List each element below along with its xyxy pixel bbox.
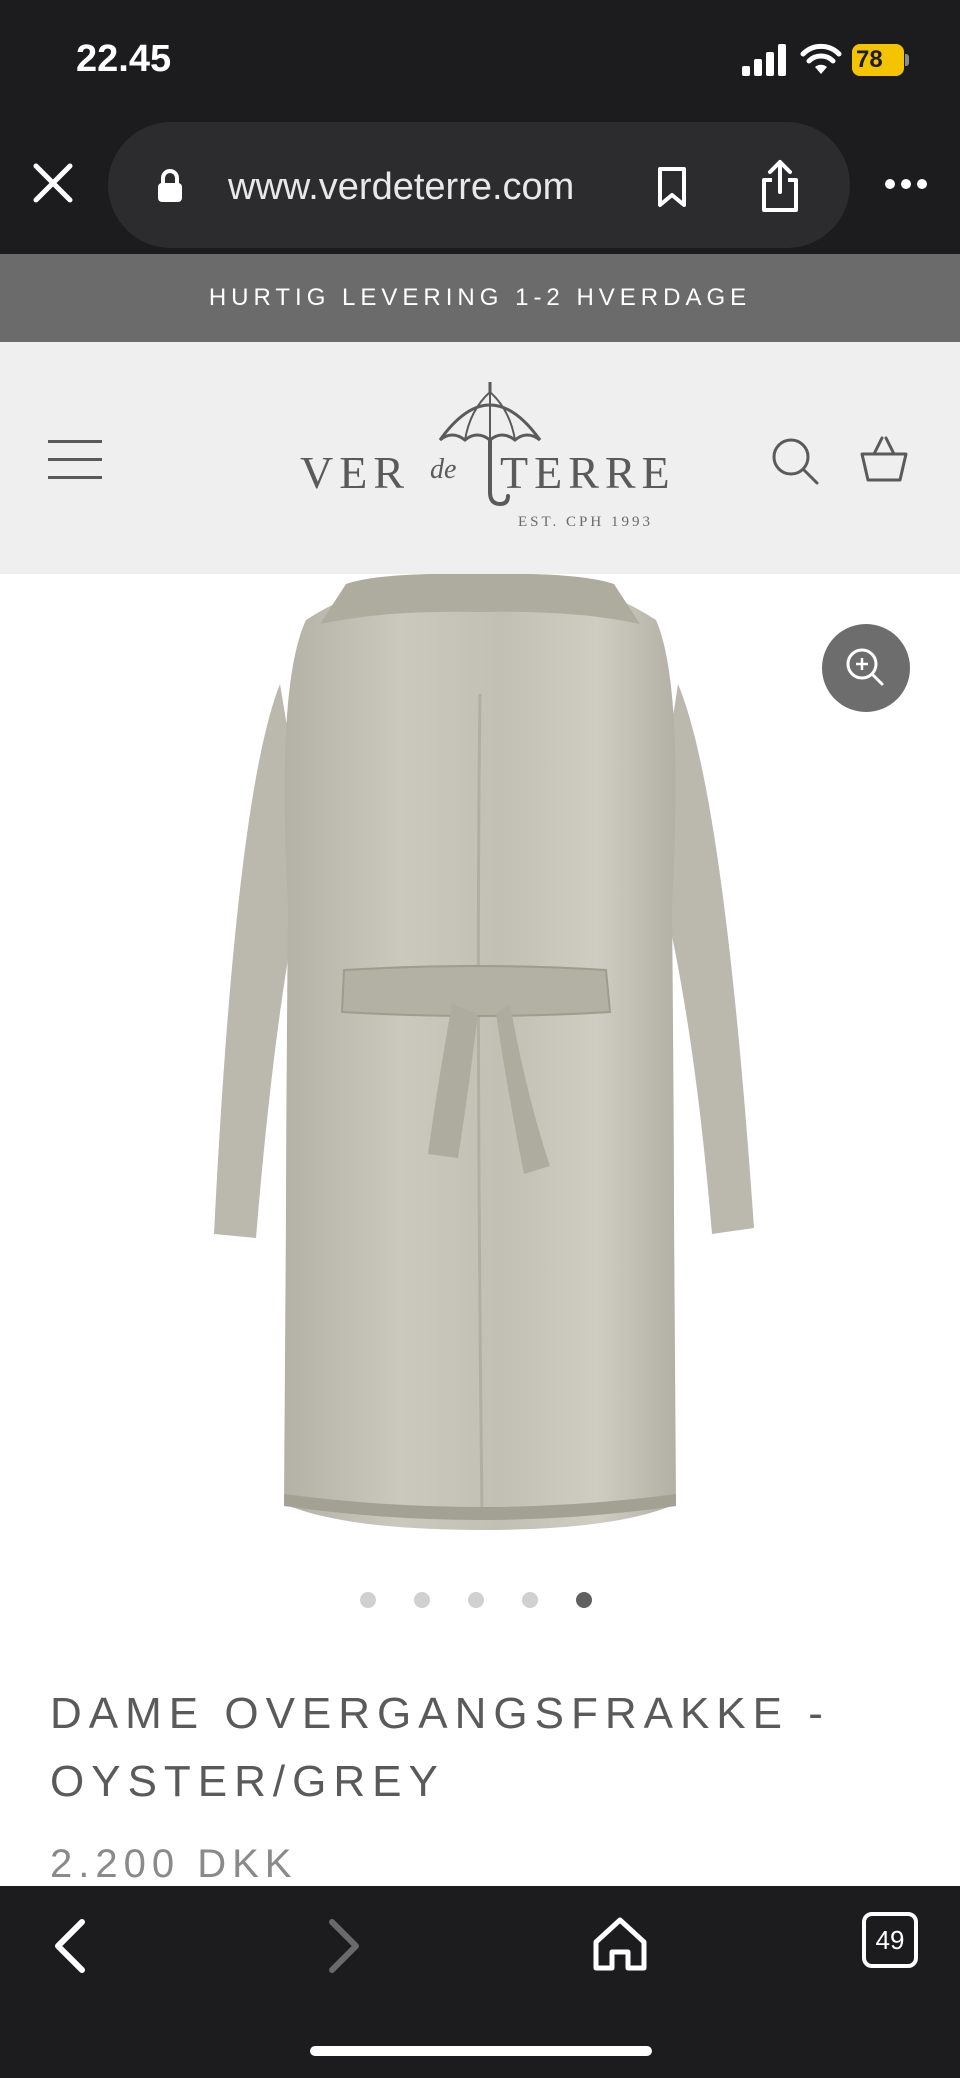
gallery-dot[interactable]	[468, 1592, 484, 1608]
status-bar: 22.45 78	[0, 0, 960, 118]
close-icon[interactable]	[28, 158, 78, 208]
lock-icon	[158, 169, 182, 202]
chevron-left-icon[interactable]	[48, 1916, 92, 1976]
product-price: 2.200 DKK	[50, 1842, 298, 1886]
hamburger-line	[48, 458, 102, 461]
status-time: 22.45	[76, 38, 172, 80]
browser-bar: www.verdeterre.com	[0, 118, 960, 254]
hamburger-line	[48, 440, 102, 443]
share-icon[interactable]	[758, 158, 802, 214]
product-image	[214, 574, 754, 1530]
hamburger-line	[48, 476, 102, 479]
zoom-button[interactable]	[822, 624, 910, 712]
hamburger-icon[interactable]	[48, 440, 104, 480]
product-gallery[interactable]	[0, 574, 960, 1608]
bookmark-icon[interactable]	[656, 166, 688, 208]
battery-indicator: 78	[852, 44, 910, 76]
home-indicator[interactable]	[310, 2046, 652, 2056]
logo-tagline: EST. CPH 1993	[518, 514, 653, 530]
announcement-bar: HURTIG LEVERING 1-2 HVERDAGE	[0, 254, 960, 342]
site-header: VER de TERRE EST. CPH 1993	[0, 342, 960, 574]
gallery-dot[interactable]	[414, 1592, 430, 1608]
url-text: www.verdeterre.com	[228, 166, 575, 208]
logo-text-terre: TERRE	[500, 447, 676, 498]
gallery-pagination	[360, 1592, 600, 1612]
app-root: 22.45 78 www.verdeterre.com HURTIG LEVER…	[0, 0, 960, 2078]
basket-icon[interactable]	[858, 434, 910, 484]
product-title: DAME OVERGANGSFRAKKE - OYSTER/GREY	[50, 1689, 830, 1806]
gallery-dot[interactable]	[576, 1592, 592, 1608]
home-icon[interactable]	[590, 1914, 650, 1974]
signal-icon	[742, 44, 786, 76]
logo-text-ver: VER	[300, 447, 410, 498]
chevron-right-icon[interactable]	[322, 1916, 366, 1976]
battery-cap	[905, 54, 909, 66]
zoom-in-icon	[846, 648, 884, 686]
browser-toolbar: 49	[0, 1886, 960, 2078]
address-bar[interactable]: www.verdeterre.com	[108, 122, 850, 248]
gallery-dot[interactable]	[522, 1592, 538, 1608]
logo-text-de: de	[430, 454, 457, 485]
search-icon[interactable]	[770, 436, 820, 486]
more-icon[interactable]	[884, 178, 928, 190]
battery-level: 78	[852, 44, 904, 76]
gallery-dot[interactable]	[360, 1592, 376, 1608]
wifi-icon	[800, 43, 842, 74]
site-logo[interactable]: VER de TERRE EST. CPH 1993	[290, 380, 670, 540]
tabs-button[interactable]: 49	[862, 1912, 918, 1968]
